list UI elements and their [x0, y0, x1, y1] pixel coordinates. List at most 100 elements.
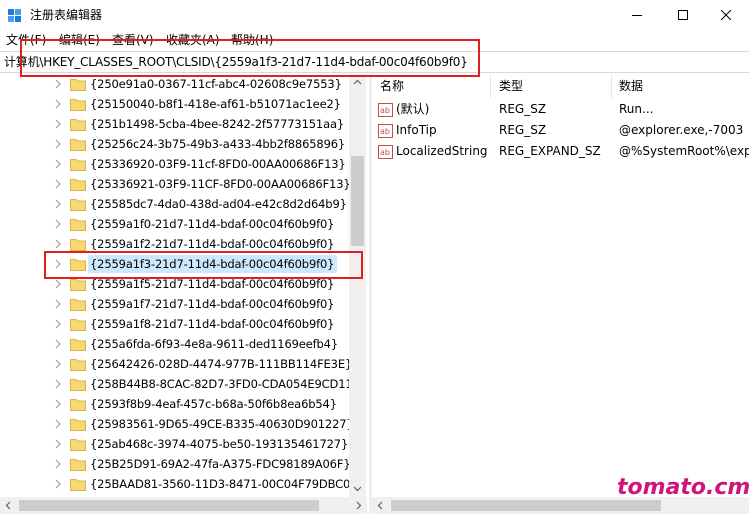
tree-item[interactable]: {25B25D91-69A2-47fa-A375-FDC98189A06F} [0, 454, 351, 474]
folder-icon [70, 99, 86, 111]
scroll-thumb[interactable] [351, 156, 364, 246]
values-list[interactable]: 名称 类型 数据 ab (默认) REG_SZ Run... ab InfoTi… [372, 74, 749, 497]
chevron-right-icon[interactable] [54, 259, 62, 269]
chevron-right-icon[interactable] [54, 199, 62, 209]
tree-vertical-scrollbar[interactable] [349, 74, 366, 497]
chevron-right-icon[interactable] [54, 339, 62, 349]
tree-item[interactable]: {25983561-9D65-49CE-B335-40630D901227} [0, 414, 354, 434]
minimize-button[interactable] [614, 0, 660, 30]
tree-item[interactable]: {2559a1f5-21d7-11d4-bdaf-00c04f60b9f0} [0, 274, 349, 294]
tree-item[interactable]: {2593f8b9-4eaf-457c-b68a-50f6b8ea6b54} [0, 394, 349, 414]
tree-item[interactable]: {2559a1f8-21d7-11d4-bdaf-00c04f60b9f0} [0, 314, 349, 334]
tree-item-label: {2559a1f7-21d7-11d4-bdaf-00c04f60b9f0} [90, 297, 335, 311]
chevron-right-icon[interactable] [54, 439, 62, 449]
tree-item[interactable]: {251b1498-5cba-4bee-8242-2f57773151aa} [0, 114, 349, 134]
close-icon [721, 10, 731, 20]
maximize-button[interactable] [660, 0, 706, 30]
tree-item[interactable]: {255a6fda-6f93-4e8a-9611-ded1169eefb4} [0, 334, 349, 354]
tree-item[interactable]: {25BAAD81-3560-11D3-8471-00C04F79DBC0} [0, 474, 358, 494]
chevron-left-icon[interactable] [0, 497, 17, 514]
tree-item-label: {2559a1f0-21d7-11d4-bdaf-00c04f60b9f0} [90, 217, 335, 231]
chevron-right-icon[interactable] [54, 479, 62, 489]
tree-item-label: {25256c24-3b75-49b3-a433-4bb2f8865896} [90, 137, 346, 151]
scroll-up-button[interactable] [349, 74, 366, 91]
key-tree[interactable]: {250e91a0-0367-11cf-abc4-02608c9e7553} {2… [0, 74, 367, 497]
tree-item[interactable]: {2559a1f7-21d7-11d4-bdaf-00c04f60b9f0} [0, 294, 349, 314]
tree-item[interactable]: {25336921-03F9-11CF-8FD0-00AA00686F13} [0, 174, 351, 194]
tree-item-label: {25336920-03F9-11cf-8FD0-00AA00686F13} [90, 157, 346, 171]
address-bar[interactable]: 计算机\HKEY_CLASSES_ROOT\CLSID\{2559a1f3-21… [0, 51, 749, 73]
tree-item-selected[interactable]: {2559a1f3-21d7-11d4-bdaf-00c04f60b9f0} [0, 254, 349, 274]
tree-item-label: {250e91a0-0367-11cf-abc4-02608c9e7553} [90, 77, 342, 91]
address-path[interactable]: 计算机\HKEY_CLASSES_ROOT\CLSID\{2559a1f3-21… [4, 54, 468, 70]
chevron-right-icon[interactable] [54, 79, 62, 89]
watermark: tomato.cm [617, 475, 749, 500]
chevron-right-icon[interactable] [54, 399, 62, 409]
scroll-down-button[interactable] [349, 480, 366, 497]
string-value-icon: ab [378, 103, 393, 117]
chevron-right-icon[interactable] [54, 279, 62, 289]
chevron-left-icon[interactable] [372, 497, 389, 514]
tree-item[interactable]: {2559a1f0-21d7-11d4-bdaf-00c04f60b9f0} [0, 214, 349, 234]
column-header-type[interactable]: 类型 [499, 74, 523, 98]
tree-horizontal-scrollbar[interactable] [0, 497, 367, 514]
tree-item[interactable]: {2559a1f2-21d7-11d4-bdaf-00c04f60b9f0} [0, 234, 349, 254]
tree-item[interactable]: {25ab468c-3974-4075-be50-193135461727} [0, 434, 349, 454]
chevron-down-icon [353, 486, 362, 492]
column-divider[interactable] [490, 74, 491, 98]
tree-item-label: {25B25D91-69A2-47fa-A375-FDC98189A06F} [90, 457, 351, 471]
chevron-right-icon[interactable] [54, 179, 62, 189]
tree-item-label: {25150040-b8f1-418e-af61-b51071ac1ee2} [90, 97, 341, 111]
chevron-right-icon[interactable] [54, 119, 62, 129]
chevron-right-icon[interactable] [54, 359, 62, 369]
chevron-right-icon[interactable] [54, 299, 62, 309]
folder-icon [70, 119, 86, 131]
menu-bar: 文件(F) 编辑(E) 查看(V) 收藏夹(A) 帮助(H) [0, 30, 749, 50]
tree-item-label: {25585dc7-4da0-438d-ad04-e42c8d2d64b9} [90, 197, 347, 211]
tree-item[interactable]: {25256c24-3b75-49b3-a433-4bb2f8865896} [0, 134, 349, 154]
menu-view[interactable]: 查看(V) [112, 32, 154, 48]
menu-edit[interactable]: 编辑(E) [59, 32, 100, 48]
value-type: REG_EXPAND_SZ [499, 144, 601, 158]
tree-item[interactable]: {25336920-03F9-11cf-8FD0-00AA00686F13} [0, 154, 349, 174]
chevron-right-icon[interactable] [54, 379, 62, 389]
chevron-right-icon[interactable] [54, 139, 62, 149]
scroll-thumb[interactable] [19, 500, 319, 511]
column-header-name[interactable]: 名称 [380, 74, 404, 98]
title-bar: 注册表编辑器 [0, 0, 749, 30]
chevron-right-icon[interactable] [54, 99, 62, 109]
chevron-right-icon[interactable] [54, 159, 62, 169]
folder-icon [70, 199, 86, 211]
window-title: 注册表编辑器 [30, 8, 103, 22]
tree-item[interactable]: {25642426-028D-4474-977B-111BB114FE3E} [0, 354, 352, 374]
value-row[interactable]: ab (默认) REG_SZ Run... [372, 99, 749, 120]
folder-icon [70, 219, 86, 231]
column-divider[interactable] [611, 74, 612, 98]
menu-file[interactable]: 文件(F) [6, 32, 46, 48]
column-header-data[interactable]: 数据 [619, 74, 643, 98]
folder-icon [70, 79, 86, 91]
folder-icon [70, 179, 86, 191]
chevron-right-icon[interactable] [54, 239, 62, 249]
value-row[interactable]: ab LocalizedString REG_EXPAND_SZ @%Syste… [372, 141, 749, 162]
tree-item[interactable]: {250e91a0-0367-11cf-abc4-02608c9e7553} [0, 74, 349, 94]
menu-help[interactable]: 帮助(H) [231, 32, 273, 48]
folder-icon [70, 479, 86, 491]
chevron-right-icon[interactable] [54, 319, 62, 329]
tree-item[interactable]: {258B44B8-8CAC-82D7-3FD0-CDA054E9CD11} [0, 374, 360, 394]
chevron-right-icon[interactable] [54, 219, 62, 229]
menu-favorites[interactable]: 收藏夹(A) [166, 32, 220, 48]
chevron-right-icon[interactable] [350, 497, 367, 514]
maximize-icon [678, 10, 688, 20]
tree-item[interactable]: {25585dc7-4da0-438d-ad04-e42c8d2d64b9} [0, 194, 349, 214]
chevron-up-icon [353, 79, 362, 85]
tree-item-label: {2559a1f2-21d7-11d4-bdaf-00c04f60b9f0} [90, 237, 335, 251]
tree-item-label: {25336921-03F9-11CF-8FD0-00AA00686F13} [90, 177, 351, 191]
chevron-right-icon[interactable] [54, 419, 62, 429]
chevron-right-icon[interactable] [54, 459, 62, 469]
folder-icon [70, 319, 86, 331]
tree-item[interactable]: {25150040-b8f1-418e-af61-b51071ac1ee2} [0, 94, 349, 114]
value-row[interactable]: ab InfoTip REG_SZ @explorer.exe,-7003 [372, 120, 749, 141]
tree-item-label: {255a6fda-6f93-4e8a-9611-ded1169eefb4} [90, 337, 339, 351]
close-button[interactable] [703, 0, 749, 30]
